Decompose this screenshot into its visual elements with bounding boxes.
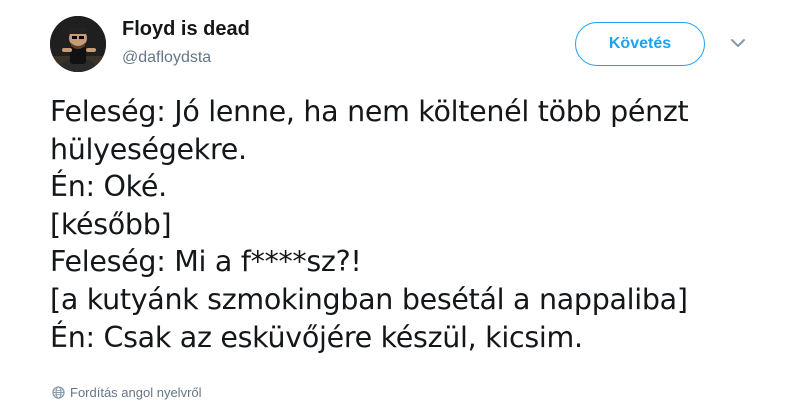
tweet-line: Feleség: Jó lenne, ha nem költenél több … [50, 95, 689, 128]
avatar[interactable] [50, 16, 106, 72]
author-name[interactable]: Floyd is dead [122, 17, 250, 41]
tweet-text: Feleség: Jó lenne, ha nem költenél több … [50, 93, 780, 356]
user-avatar-image [50, 16, 106, 72]
translate-link[interactable]: Fordítás angol nyelvről [52, 383, 202, 401]
author-handle[interactable]: @dafloydsta [122, 48, 211, 68]
follow-button[interactable]: Követés [575, 22, 705, 66]
translate-label: Fordítás angol nyelvről [70, 384, 202, 400]
tweet-line: [később] [50, 207, 172, 241]
tweet-line: [a kutyánk szmokingban besétál a nappali… [50, 282, 688, 316]
chevron-down-icon[interactable] [728, 36, 748, 52]
globe-icon [52, 385, 65, 399]
tweet-card: Floyd is dead @dafloydsta Követés Felesé… [0, 0, 800, 410]
tweet-line: Feleség: Mi a f****sz?! [50, 245, 362, 279]
tweet-line: hülyeségekre. [50, 132, 247, 166]
tweet-line: Én: Csak az esküvőjére készül, kicsim. [50, 320, 583, 354]
tweet-line: Én: Oké. [50, 170, 167, 204]
